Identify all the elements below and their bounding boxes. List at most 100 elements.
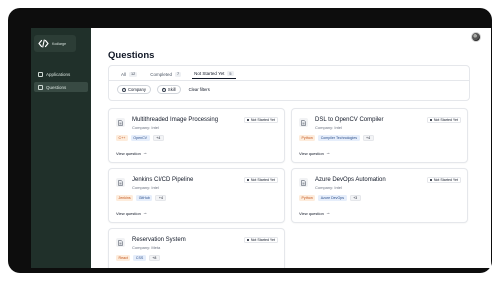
- status-label: Not Started Yet: [433, 118, 458, 122]
- sidebar: Kodlarge Applications Questions: [31, 28, 91, 268]
- tab-count-badge: 5: [227, 71, 234, 76]
- filter-panel: All 12 Completed 7 Not Started Yet 5 + C…: [108, 65, 470, 101]
- question-title: Azure DevOps Automation: [315, 177, 386, 183]
- status-label: Not Started Yet: [250, 118, 275, 122]
- view-question-link[interactable]: View question →: [116, 211, 147, 216]
- question-card[interactable]: DSL to OpenCV Compiler Company: Intel No…: [291, 108, 468, 163]
- filter-label: Company: [128, 87, 146, 92]
- skill-filter-button[interactable]: + Skill: [156, 85, 181, 94]
- more-skills-badge: +4: [362, 135, 374, 141]
- clear-filters-button[interactable]: Clear filters: [187, 87, 212, 92]
- status-dot-icon: [246, 178, 250, 182]
- skill-tags: Python Compiler Technologies +4: [299, 135, 374, 141]
- status-badge: Not Started Yet: [426, 117, 461, 123]
- sidebar-item-questions[interactable]: Questions: [34, 82, 88, 92]
- status-badge: Not Started Yet: [243, 117, 278, 123]
- tab-count-badge: 7: [175, 71, 182, 77]
- file-icon: [299, 178, 308, 187]
- skill-tag: OpenCV: [130, 135, 150, 141]
- sidebar-item-applications[interactable]: Applications: [34, 69, 88, 79]
- skill-tags: Jenkins GitHub +4: [116, 195, 167, 201]
- skill-tags: C++ OpenCV +4: [116, 135, 164, 141]
- question-company: Company: Intel: [132, 185, 159, 190]
- status-label: Not Started Yet: [250, 238, 275, 242]
- question-company: Company: Intel: [315, 125, 342, 130]
- tab-label: Completed: [150, 71, 173, 77]
- skill-tag: CSS: [133, 255, 146, 261]
- question-company: Company: Meta: [132, 245, 161, 250]
- arrow-right-icon: →: [325, 150, 331, 156]
- question-card[interactable]: Azure DevOps Automation Company: Intel N…: [291, 168, 468, 223]
- view-question-label: View question: [116, 151, 141, 156]
- sidebar-item-label: Applications: [46, 71, 71, 77]
- question-title: DSL to OpenCV Compiler: [315, 117, 384, 123]
- view-question-link[interactable]: View question →: [116, 151, 147, 156]
- view-question-link[interactable]: View question →: [299, 151, 330, 156]
- arrow-right-icon: →: [142, 150, 148, 156]
- file-icon: [299, 118, 308, 127]
- status-dot-icon: [429, 178, 433, 182]
- status-tabs: All 12 Completed 7 Not Started Yet 5: [119, 69, 236, 79]
- status-badge: Not Started Yet: [426, 177, 461, 183]
- plus-circle-icon: +: [161, 86, 166, 92]
- file-icon: [116, 238, 125, 247]
- skill-tag: GitHub: [136, 195, 153, 201]
- view-question-label: View question: [299, 211, 324, 216]
- tab-divider: [109, 79, 469, 81]
- sidebar-item-label: Questions: [46, 84, 67, 90]
- skill-tag: C++: [116, 135, 128, 141]
- status-badge: Not Started Yet: [243, 177, 278, 183]
- more-skills-badge: +3: [349, 195, 361, 201]
- tab-completed[interactable]: Completed 7: [148, 69, 183, 79]
- question-title: Jenkins CI/CD Pipeline: [132, 177, 194, 183]
- skill-tag: Jenkins: [116, 195, 134, 201]
- question-company: Company: Intel: [315, 185, 342, 190]
- arrow-right-icon: →: [142, 210, 148, 216]
- tab-not-started-yet[interactable]: Not Started Yet 5: [192, 69, 236, 79]
- tab-all[interactable]: All 12: [119, 69, 139, 79]
- question-card[interactable]: Reservation System Company: Meta Not Sta…: [108, 228, 285, 268]
- view-question-label: View question: [299, 151, 324, 156]
- user-avatar[interactable]: [471, 32, 481, 42]
- skill-tag: React: [116, 255, 131, 261]
- brand-name: Kodlarge: [52, 41, 67, 46]
- company-filter-button[interactable]: + Company: [117, 85, 151, 94]
- device-frame: Kodlarge Applications Questions Question…: [8, 8, 492, 273]
- skill-tags: Python Azure DevOps +3: [299, 195, 361, 201]
- view-question-label: View question: [116, 211, 141, 216]
- view-question-link[interactable]: View question →: [299, 211, 330, 216]
- skill-tag: Python: [299, 135, 316, 141]
- plus-circle-icon: +: [122, 86, 126, 92]
- skill-tag: Python: [299, 195, 316, 201]
- question-title: Multithreaded Image Processing: [132, 117, 219, 123]
- brand-logo[interactable]: Kodlarge: [34, 35, 76, 52]
- more-skills-badge: +8: [148, 255, 160, 261]
- more-skills-badge: +4: [152, 135, 164, 141]
- tab-label: Not Started Yet: [194, 71, 225, 76]
- skill-tag: Azure DevOps: [318, 195, 347, 201]
- skill-tags: React CSS +8: [116, 255, 160, 261]
- question-card[interactable]: Jenkins CI/CD Pipeline Company: Intel No…: [108, 168, 285, 223]
- arrow-right-icon: →: [325, 210, 331, 216]
- filter-label: Skill: [167, 87, 176, 92]
- file-icon: [116, 178, 125, 187]
- main-content: Questions All 12 Completed 7 Not Started…: [91, 28, 491, 268]
- status-badge: Not Started Yet: [243, 237, 278, 243]
- document-icon: [38, 71, 43, 77]
- file-icon: [116, 118, 125, 127]
- tab-label: All: [121, 71, 127, 77]
- code-brackets-icon: [38, 39, 49, 48]
- status-dot-icon: [246, 118, 250, 122]
- status-dot-icon: [429, 118, 433, 122]
- status-label: Not Started Yet: [433, 178, 458, 182]
- list-icon: [38, 84, 43, 90]
- tab-count-badge: 12: [129, 71, 138, 77]
- question-title: Reservation System: [132, 237, 186, 243]
- page-title: Questions: [108, 50, 155, 61]
- status-label: Not Started Yet: [250, 178, 275, 182]
- filter-bar: + Company + Skill Clear filters: [117, 85, 212, 94]
- app-screen: Kodlarge Applications Questions Question…: [31, 28, 491, 268]
- skill-tag: Compiler Technologies: [318, 135, 360, 141]
- question-card[interactable]: Multithreaded Image Processing Company: …: [108, 108, 285, 163]
- question-company: Company: Intel: [132, 125, 159, 130]
